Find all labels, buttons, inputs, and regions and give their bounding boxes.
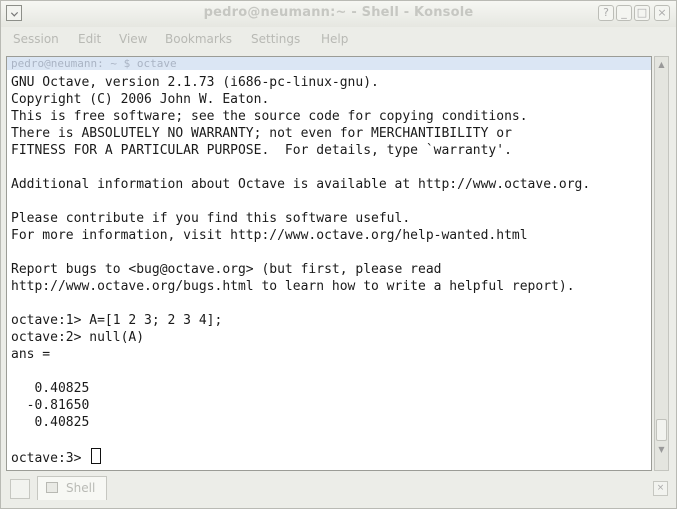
menu-bookmarks[interactable]: Bookmarks [165, 32, 232, 46]
terminal-line: There is ABSOLUTELY NO WARRANTY; not eve… [11, 126, 512, 141]
terminal-prompt: octave:3> [11, 451, 90, 466]
terminal-line: -0.81650 [11, 398, 90, 413]
terminal-line: 0.40825 [11, 415, 90, 430]
scrollbar-thumb[interactable] [656, 419, 667, 441]
help-icon[interactable]: ? [598, 5, 614, 21]
close-icon[interactable]: × [654, 5, 670, 21]
tab-bar: Shell × [1, 473, 676, 508]
terminal-line: Copyright (C) 2006 John W. Eaton. [11, 92, 270, 107]
title-bar[interactable]: pedro@neumann:~ - Shell - Konsole ? _ □ … [1, 1, 676, 27]
menu-help[interactable]: Help [321, 32, 348, 46]
terminal-line: Additional information about Octave is a… [11, 177, 591, 192]
terminal-line: This is free software; see the source co… [11, 109, 528, 124]
window-title: pedro@neumann:~ - Shell - Konsole [203, 5, 474, 20]
new-tab-icon[interactable] [10, 479, 30, 499]
terminal-icon [46, 482, 58, 493]
session-strip: pedro@neumann: ~ $ octave [7, 57, 651, 70]
terminal-scrollbar[interactable]: ▲ ▼ [654, 56, 669, 471]
menu-bar: Session Edit View Bookmarks Settings Hel… [1, 27, 676, 51]
terminal-line: Report bugs to <bug@octave.org> (but fir… [11, 262, 442, 277]
terminal-view[interactable]: pedro@neumann: ~ $ octave GNU Octave, ve… [6, 56, 652, 471]
terminal-line: Please contribute if you find this softw… [11, 211, 411, 226]
konsole-window: pedro@neumann:~ - Shell - Konsole ? _ □ … [0, 0, 677, 509]
terminal-prompt-line[interactable]: octave:3> [11, 448, 102, 467]
terminal-line: 0.40825 [11, 381, 90, 396]
menu-settings[interactable]: Settings [251, 32, 300, 46]
menu-view[interactable]: View [119, 32, 147, 46]
text-cursor [91, 448, 102, 464]
terminal-line: GNU Octave, version 2.1.73 (i686-pc-linu… [11, 75, 379, 90]
tab-label: Shell [66, 481, 96, 495]
terminal-line: http://www.octave.org/bugs.html to learn… [11, 279, 575, 294]
terminal-line: For more information, visit http://www.o… [11, 228, 528, 243]
terminal-line: ans = [11, 347, 51, 362]
maximize-icon[interactable]: □ [634, 5, 650, 21]
menu-edit[interactable]: Edit [78, 32, 101, 46]
session-strip-text: pedro@neumann: ~ $ octave [11, 57, 177, 70]
terminal-line: octave:2> null(A) [11, 330, 145, 345]
menu-session[interactable]: Session [13, 32, 59, 46]
scroll-down-icon[interactable]: ▼ [656, 444, 667, 455]
tab-shell[interactable]: Shell [37, 476, 107, 500]
close-tab-icon[interactable]: × [653, 481, 668, 496]
terminal-line: FITNESS FOR A PARTICULAR PURPOSE. For de… [11, 143, 512, 158]
terminal-line: octave:1> A=[1 2 3; 2 3 4]; [11, 313, 223, 328]
minimize-icon[interactable]: _ [616, 5, 632, 21]
scroll-up-icon[interactable]: ▲ [656, 59, 667, 70]
